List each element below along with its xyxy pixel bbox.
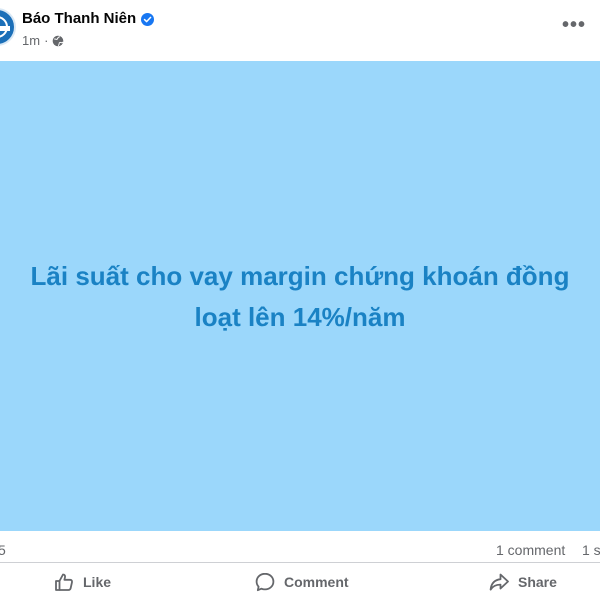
share-button[interactable]: Share [488, 569, 557, 595]
image-headline: Lãi suất cho vay margin chứng khoán đồng… [0, 256, 600, 338]
page-name-row: Báo Thanh Niên [22, 10, 155, 27]
post-header: Báo Thanh Niên 1m · ••• [0, 0, 600, 60]
more-options-icon: ••• [561, 14, 586, 36]
comment-count[interactable]: 1 comment [496, 542, 565, 558]
page-name[interactable]: Báo Thanh Niên [22, 10, 136, 27]
reaction-count[interactable]: 5 [0, 542, 6, 558]
meta-separator: · [44, 33, 49, 48]
engagement-stats: 5 1 comment 1 s [0, 540, 600, 560]
globe-icon[interactable] [52, 35, 64, 47]
avatar-bar [0, 26, 10, 31]
page-avatar[interactable] [0, 8, 16, 46]
headline-line-2: loạt lên 14%/năm [194, 302, 406, 332]
share-arrow-icon [488, 571, 510, 593]
like-label: Like [83, 574, 112, 590]
facebook-post: Báo Thanh Niên 1m · ••• Lãi suất cho vay… [0, 0, 600, 600]
verified-badge-icon [141, 12, 155, 26]
headline-line-1: Lãi suất cho vay margin chứng khoán đồng [30, 261, 570, 291]
post-image[interactable]: Lãi suất cho vay margin chứng khoán đồng… [0, 61, 600, 531]
share-label: Share [518, 574, 557, 590]
thumbs-up-icon [53, 571, 75, 593]
share-count[interactable]: 1 s [582, 542, 600, 558]
like-button[interactable]: Like [53, 569, 111, 595]
comment-bubble-icon [254, 571, 276, 593]
post-time[interactable]: 1m [22, 33, 40, 48]
comment-label: Comment [284, 574, 349, 590]
action-bar: Like Comment Share [0, 562, 600, 600]
more-options-button[interactable]: ••• [558, 14, 590, 42]
post-meta: 1m · [22, 33, 64, 48]
comment-button[interactable]: Comment [254, 569, 349, 595]
